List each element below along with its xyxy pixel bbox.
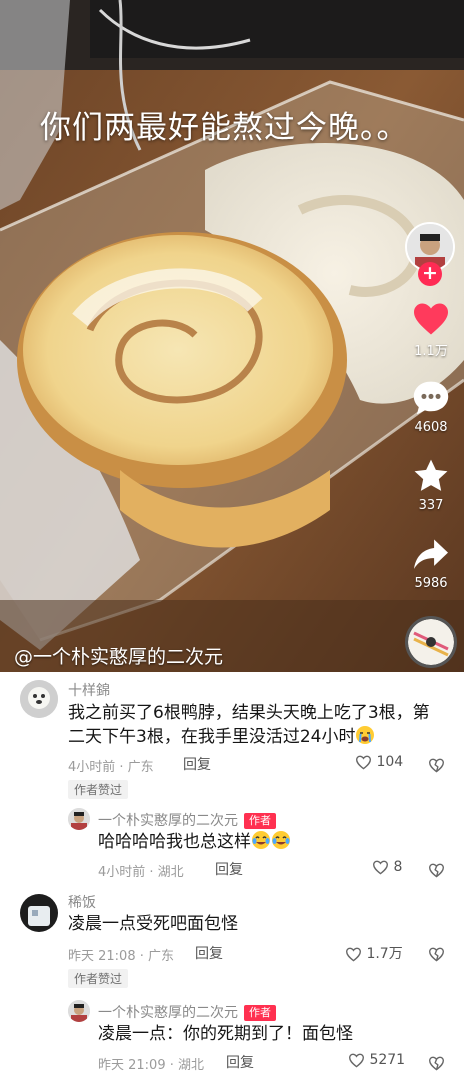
- music-disc-icon[interactable]: [405, 616, 457, 668]
- like-heart-outline-icon: [348, 1053, 365, 1068]
- comment-list: 十样錦 我之前买了6根鸭脖，结果头天晚上吃了3根，第二天下午3根，在我手里没活过…: [0, 672, 464, 1080]
- like-count: 1.1万: [414, 344, 448, 359]
- comment-dislike-button[interactable]: [428, 944, 445, 963]
- comment-dislike-button[interactable]: [428, 755, 445, 774]
- video-author-handle[interactable]: @一个朴实憨厚的二次元: [14, 642, 223, 669]
- comment-text: 凌晨一点受死吧面包怪: [68, 914, 238, 934]
- dislike-broken-heart-icon: [428, 947, 445, 962]
- like-action[interactable]: 1.1万: [398, 302, 464, 359]
- cry-laugh-emoji: [271, 830, 291, 850]
- reply-author-avatar[interactable]: [68, 1000, 90, 1022]
- reply-like-button[interactable]: 5271: [348, 1052, 405, 1068]
- heart-icon: [414, 303, 448, 335]
- reply-time-location: 昨天 21:09 · 湖北: [98, 1058, 204, 1073]
- reply-dislike-button[interactable]: [428, 1053, 445, 1072]
- like-heart-outline-icon: [345, 947, 362, 962]
- reply-button[interactable]: 回复: [183, 754, 211, 774]
- star-icon: [414, 459, 448, 491]
- comment-count: 4608: [414, 420, 448, 435]
- comment-username[interactable]: 稀饭: [68, 892, 96, 912]
- liked-by-author-tag: 作者赞过: [68, 780, 129, 799]
- author-badge: 作者: [244, 1005, 276, 1021]
- dislike-broken-heart-icon: [428, 758, 445, 773]
- comment-like-count: 104: [376, 754, 404, 770]
- favorite-action[interactable]: 337: [398, 458, 464, 513]
- share-action[interactable]: 5986: [398, 538, 464, 591]
- like-heart-outline-icon: [355, 755, 372, 770]
- reply-username[interactable]: 一个朴实憨厚的二次元 作者: [98, 810, 276, 830]
- dislike-broken-heart-icon: [428, 863, 445, 878]
- comment-bubble-icon: [413, 381, 449, 415]
- reply-text: 凌晨一点：你的死期到了！面包怪: [98, 1024, 353, 1044]
- screen: 你们两最好能熬过今晚。。 @一个朴实憨厚的二次元 + 1.1万 4608 337…: [0, 0, 464, 1080]
- sob-emoji: [355, 725, 375, 745]
- like-heart-outline-icon: [372, 860, 389, 875]
- commenter-avatar[interactable]: [20, 680, 58, 718]
- comment-like-count: 1.7万: [366, 946, 403, 962]
- commenter-avatar[interactable]: [20, 894, 58, 932]
- reply-button[interactable]: 回复: [195, 943, 223, 963]
- reply-author-avatar[interactable]: [68, 808, 90, 830]
- share-arrow-icon: [414, 539, 448, 569]
- reply-dislike-button[interactable]: [428, 860, 445, 879]
- reply-like-count: 8: [393, 859, 403, 875]
- video-caption: 你们两最好能熬过今晚。。: [40, 110, 409, 146]
- comment-like-button[interactable]: 1.7万: [345, 943, 403, 963]
- comment-time-location: 4小时前 · 广东: [68, 760, 154, 775]
- liked-by-author-tag: 作者赞过: [68, 969, 129, 988]
- dislike-broken-heart-icon: [428, 1056, 445, 1071]
- video-frame: [0, 0, 464, 672]
- reply-button[interactable]: 回复: [215, 859, 243, 879]
- author-badge: 作者: [244, 813, 276, 829]
- comment-text: 我之前买了6根鸭脖，结果头天晚上吃了3根，第二天下午3根，在我手里没活过24小时: [68, 703, 430, 747]
- reply-username[interactable]: 一个朴实憨厚的二次元 作者: [98, 1002, 276, 1022]
- reply-time-location: 4小时前 · 湖北: [98, 865, 184, 880]
- reply-like-count: 5271: [369, 1052, 406, 1068]
- follow-plus-icon[interactable]: +: [418, 262, 442, 286]
- reply-like-button[interactable]: 8: [372, 859, 402, 875]
- favorite-count: 337: [418, 498, 444, 513]
- comment-time-location: 昨天 21:08 · 广东: [68, 949, 174, 964]
- comment-username[interactable]: 十样錦: [68, 680, 110, 700]
- comment-action[interactable]: 4608: [398, 380, 464, 435]
- reply-button[interactable]: 回复: [226, 1052, 254, 1072]
- cry-laugh-emoji: [251, 830, 271, 850]
- share-count: 5986: [414, 576, 448, 591]
- reply-text: 哈哈哈哈我也总这样: [98, 830, 438, 854]
- comment-like-button[interactable]: 104: [355, 754, 403, 770]
- video-player[interactable]: 你们两最好能熬过今晚。。 @一个朴实憨厚的二次元 + 1.1万 4608 337…: [0, 0, 464, 672]
